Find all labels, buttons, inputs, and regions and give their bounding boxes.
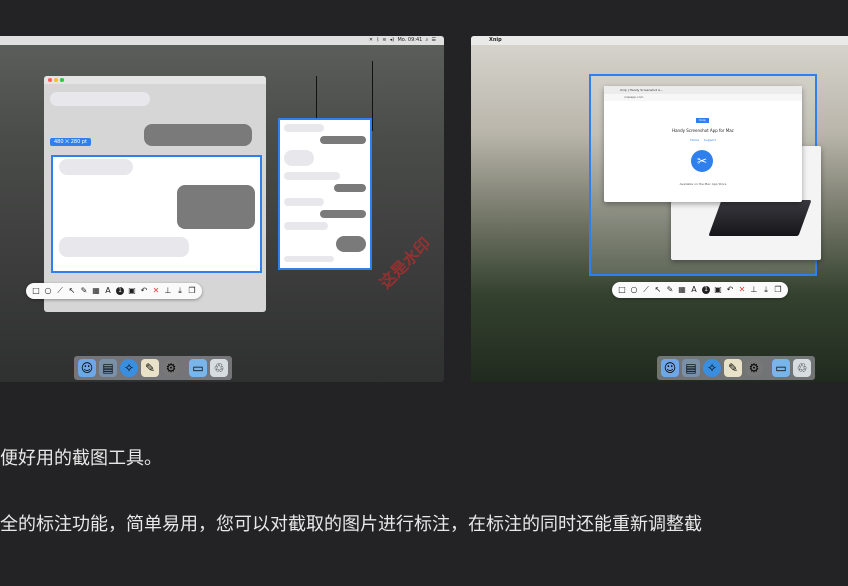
xnip-logo-icon: ✂ (691, 150, 713, 172)
mosaic-icon[interactable]: ▦ (92, 287, 100, 295)
browser-addressbar: xnipapp.com (604, 94, 802, 101)
browser-links: Home Support (604, 138, 802, 142)
message-bubble (284, 222, 328, 230)
message-bubble (50, 92, 150, 106)
message-bubble (336, 236, 366, 252)
message-bubble (320, 136, 366, 144)
circle-icon[interactable]: ○ (44, 287, 52, 295)
pencil-icon[interactable]: ✎ (666, 286, 674, 294)
wifi-icon[interactable]: ≋ (382, 37, 386, 43)
message-bubble (284, 124, 324, 132)
settings-icon[interactable]: ⚙ (745, 359, 763, 377)
screenshot-left: ✕ ᛒ ≋ ◂) Mo. 09:41 ⌕ ☰ 480 ⨉ 280 pt □ ○ … (0, 36, 444, 382)
screenshot-right: Xnip Xnip | Handy Screenshot A… xnipapp.… (471, 36, 848, 382)
finder-icon[interactable]: ☺ (661, 359, 679, 377)
preview-icon[interactable]: ▤ (682, 359, 700, 377)
mosaic-icon[interactable]: ▦ (678, 286, 686, 294)
browser-tab[interactable]: Xnip | Handy Screenshot A… (620, 86, 663, 94)
pages-icon[interactable]: ✎ (724, 359, 742, 377)
menubar: ✕ ᛒ ≋ ◂) Mo. 09:41 ⌕ ☰ (0, 36, 444, 45)
highlight-icon[interactable]: ▣ (714, 286, 722, 294)
menubar-app-name[interactable]: Xnip (489, 36, 502, 45)
message-bubble (177, 185, 255, 229)
close-window-icon[interactable] (48, 78, 52, 82)
annotation-toolbar: □ ○ ⟋ ↖ ✎ ▦ A 1 ▣ ↶ ✕ ⊥ ⤓ ❐ (612, 282, 788, 298)
finder-icon[interactable]: ☺ (78, 359, 96, 377)
volume-icon[interactable]: ◂) (390, 37, 394, 43)
arrow-icon[interactable]: ↖ (68, 287, 76, 295)
message-bubble (284, 198, 324, 206)
rectangle-icon[interactable]: □ (618, 286, 626, 294)
minimize-window-icon[interactable] (54, 78, 58, 82)
home-link[interactable]: Home (690, 138, 699, 142)
highlight-icon[interactable]: ▣ (128, 287, 136, 295)
url-field[interactable]: xnipapp.com (624, 94, 643, 101)
number-icon[interactable]: 1 (116, 287, 124, 295)
close-icon[interactable]: ✕ (738, 286, 746, 294)
browser-heading: Handy Screenshot App for Mac (672, 128, 734, 133)
ski-lift-pole (372, 61, 373, 131)
copy-icon[interactable]: ❐ (774, 286, 782, 294)
pin-icon[interactable]: ⊥ (750, 286, 758, 294)
undo-icon[interactable]: ↶ (140, 287, 148, 295)
laptop-image (708, 200, 812, 236)
window-titlebar (44, 76, 266, 84)
bluetooth-icon[interactable]: ᛒ (376, 37, 379, 43)
support-link[interactable]: Support (704, 138, 716, 142)
pages-icon[interactable]: ✎ (141, 359, 159, 377)
line-icon[interactable]: ⟋ (642, 286, 650, 294)
message-bubble (284, 256, 334, 262)
message-bubble (284, 172, 340, 180)
selection-region[interactable] (51, 155, 262, 273)
menubar: Xnip (471, 36, 848, 45)
browser-tabbar: Xnip | Handy Screenshot A… (604, 86, 802, 94)
settings-icon[interactable]: ⚙ (162, 359, 180, 377)
menu-list-icon[interactable]: ☰ (432, 37, 436, 43)
xnip-icon[interactable]: ✕ (369, 37, 373, 43)
selection-size-badge: 480 ⨉ 280 pt (50, 138, 91, 146)
annotation-toolbar: □ ○ ⟋ ↖ ✎ ▦ A 1 ▣ ↶ ✕ ⊥ ⤓ ❐ (26, 283, 202, 299)
logo-button[interactable]: Xnip (696, 118, 709, 123)
zoom-window-icon[interactable] (60, 78, 64, 82)
close-icon[interactable]: ✕ (152, 287, 160, 295)
app-store-footer: Available on the Mac App Store (679, 182, 727, 186)
arrow-icon[interactable]: ↖ (654, 286, 662, 294)
number-icon[interactable]: 1 (702, 286, 710, 294)
browser-window: Xnip | Handy Screenshot A… xnipapp.com X… (604, 86, 802, 202)
trash-icon[interactable]: ♲ (793, 359, 811, 377)
search-icon[interactable]: ⌕ (426, 37, 429, 43)
folder-icon[interactable]: ▭ (772, 359, 790, 377)
pin-icon[interactable]: ⊥ (164, 287, 172, 295)
safari-icon[interactable]: ✧ (120, 359, 138, 377)
dock: ☺ ▤ ✧ ✎ ⚙ ▭ ♲ (74, 356, 232, 380)
caption-line-2: 全的标注功能，简单易用，您可以对截取的图片进行标注，在标注的同时还能重新调整截 (0, 514, 702, 535)
caption-line-1: 便好用的截图工具。 (0, 448, 162, 469)
download-icon[interactable]: ⤓ (762, 286, 770, 294)
folder-icon[interactable]: ▭ (189, 359, 207, 377)
line-icon[interactable]: ⟋ (56, 287, 64, 295)
message-bubble (144, 124, 252, 146)
message-bubble (284, 150, 314, 166)
undo-icon[interactable]: ↶ (726, 286, 734, 294)
text-icon[interactable]: A (690, 286, 698, 294)
pencil-icon[interactable]: ✎ (80, 287, 88, 295)
menubar-clock[interactable]: Mo. 09:41 (397, 37, 422, 43)
preview-icon[interactable]: ▤ (99, 359, 117, 377)
message-bubble (59, 237, 189, 257)
text-icon[interactable]: A (104, 287, 112, 295)
rectangle-icon[interactable]: □ (32, 287, 40, 295)
download-icon[interactable]: ⤓ (176, 287, 184, 295)
circle-icon[interactable]: ○ (630, 286, 638, 294)
copy-icon[interactable]: ❐ (188, 287, 196, 295)
dock: ☺ ▤ ✧ ✎ ⚙ ▭ ♲ (657, 356, 815, 380)
selection-region-secondary[interactable] (278, 118, 372, 270)
safari-icon[interactable]: ✧ (703, 359, 721, 377)
trash-icon[interactable]: ♲ (210, 359, 228, 377)
message-bubble (320, 210, 366, 218)
message-bubble (334, 184, 366, 192)
message-bubble (59, 159, 133, 175)
